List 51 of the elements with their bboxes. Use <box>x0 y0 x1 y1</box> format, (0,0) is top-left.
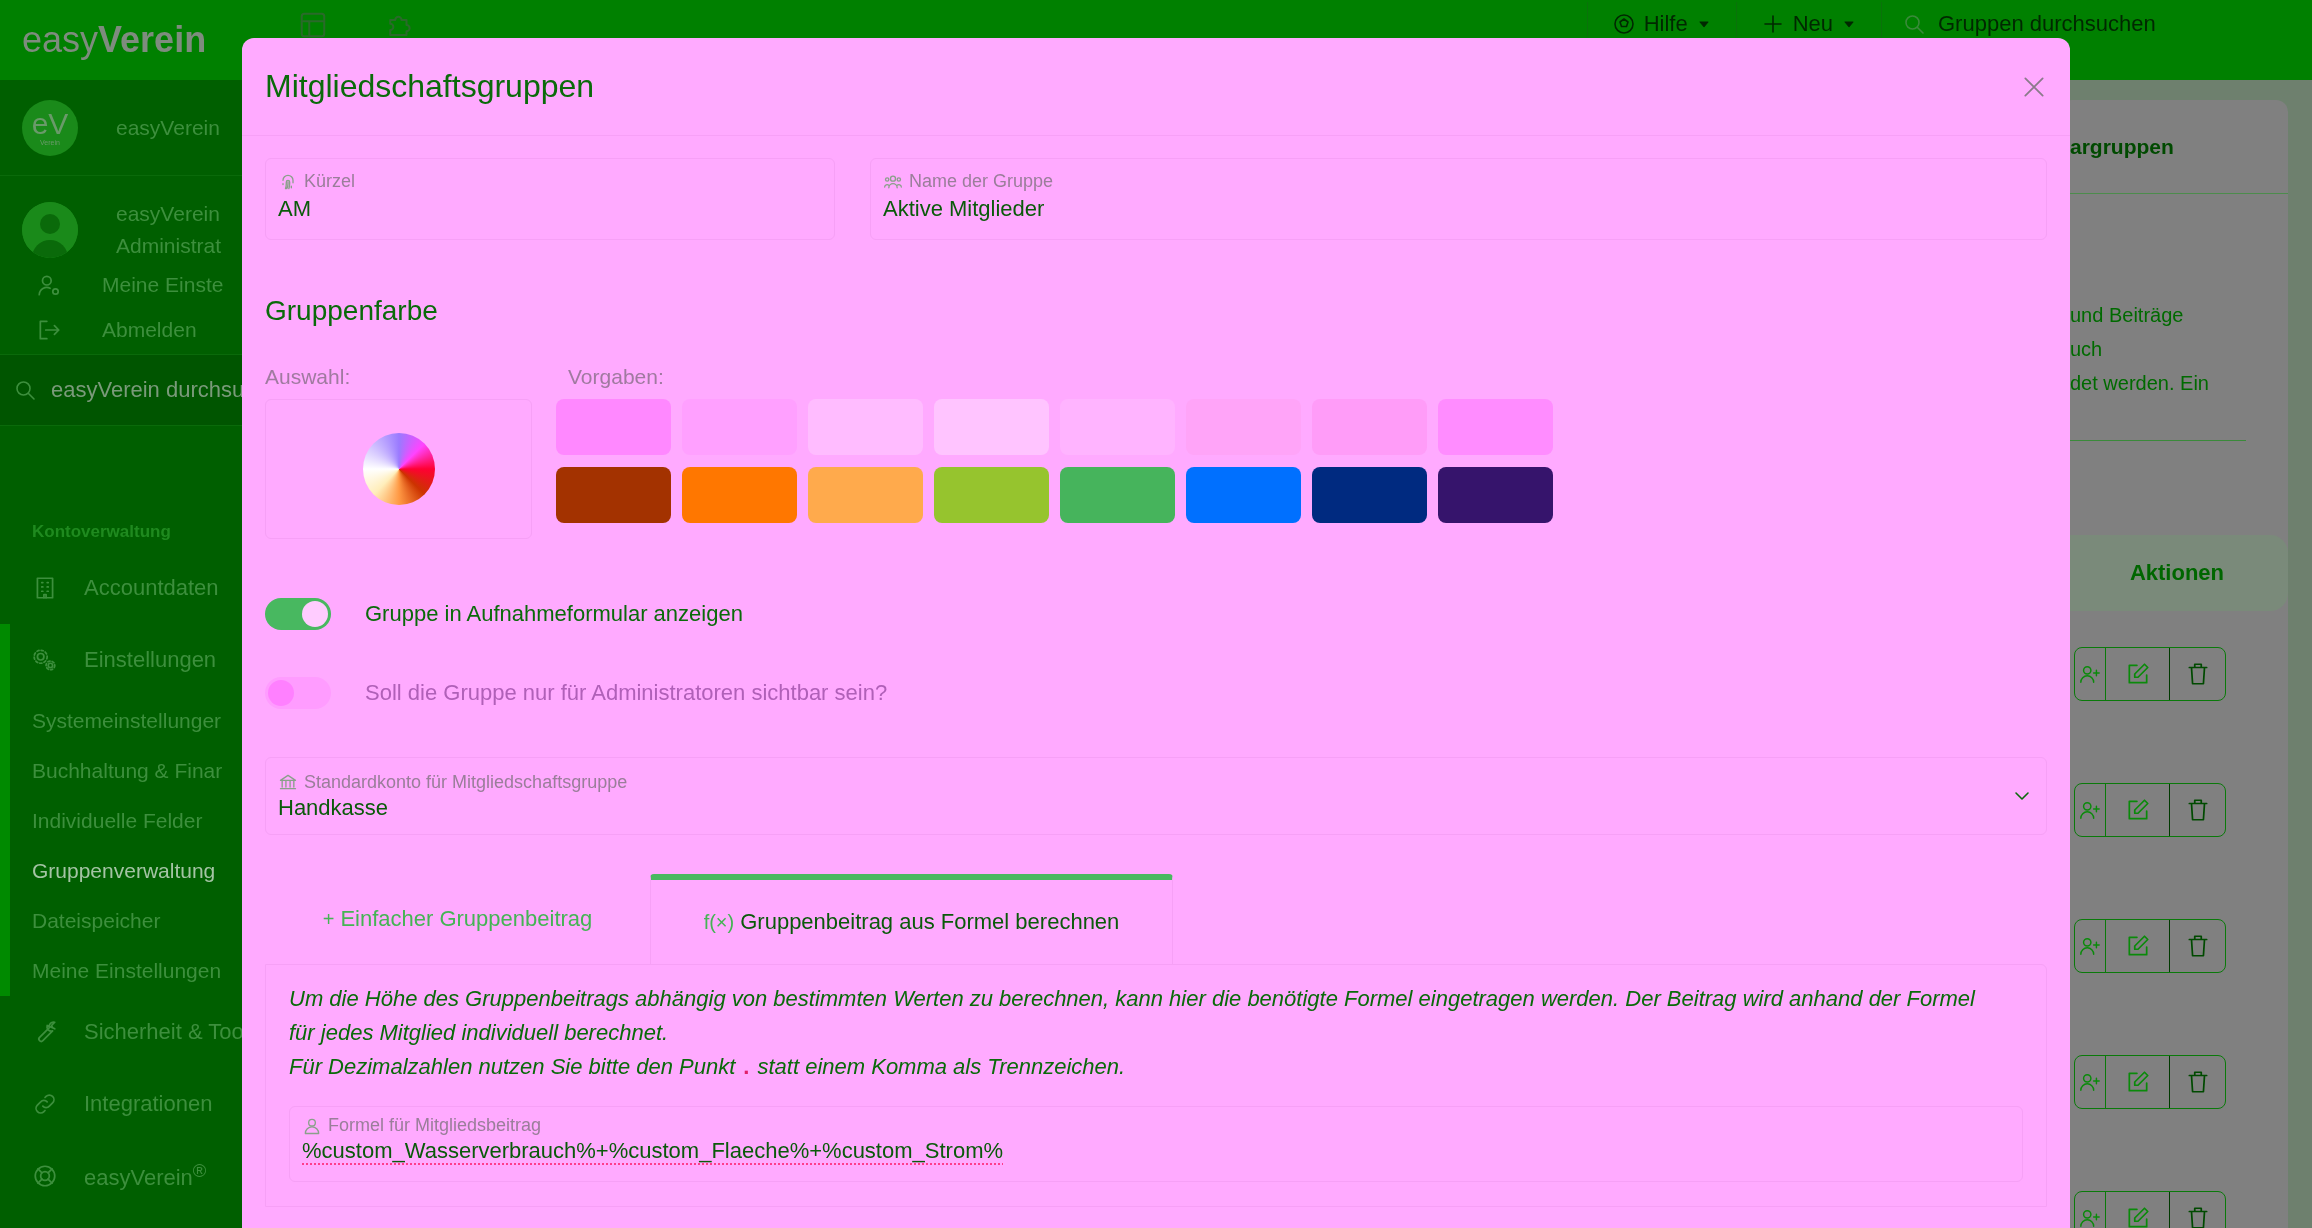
color-swatch[interactable] <box>1060 467 1175 523</box>
layout-icon <box>298 10 328 40</box>
search-icon <box>1902 12 1926 36</box>
color-swatch[interactable] <box>808 467 923 523</box>
color-swatch[interactable] <box>1438 467 1553 523</box>
user-name: easyVerein <box>116 201 221 227</box>
toggle-switch[interactable] <box>265 598 331 630</box>
color-swatch[interactable] <box>556 399 671 455</box>
color-swatch[interactable] <box>1438 399 1553 455</box>
dialog-title: Mitgliedschaftsgruppen <box>265 68 595 105</box>
user-role: Administrat <box>116 233 222 259</box>
color-picker[interactable] <box>265 399 532 539</box>
color-swatch[interactable] <box>682 467 797 523</box>
search-field[interactable]: Gruppen durchsuchen <box>1936 10 2280 38</box>
gears-icon <box>32 647 58 673</box>
tab[interactable]: f(×) Gruppenbeitrag aus Formel berechnen <box>650 874 1173 964</box>
user-plus-icon <box>2079 1071 2101 1093</box>
toggle-label: Gruppe in Aufnahmeformular anzeigen <box>365 601 743 627</box>
color-swatch[interactable] <box>1312 467 1427 523</box>
description-line: und Beiträge <box>2070 303 2185 328</box>
bank-icon <box>278 772 298 792</box>
user-plus-icon <box>2079 663 2101 685</box>
help-text: Um die Höhe des Gruppenbeitrags abhängig von bestimmten Werten zu berechnen, kann hier die benötigte Formel eingetragen werden. Der Beitrag wird anhand der Formel für jedes Mitglied individuell berechnet. <box>289 985 1977 1047</box>
description-line: det werden. Ein <box>2070 371 2210 396</box>
lifebuoy-icon <box>32 1163 58 1189</box>
color-swatch[interactable] <box>1186 467 1301 523</box>
user-plus-icon <box>2079 799 2101 821</box>
globe-icon <box>1611 12 1636 36</box>
account-name: easyVerein <box>116 115 220 140</box>
picker-label: Auswahl: <box>265 365 351 388</box>
help-text: Für Dezimalzahlen nutzen Sie bitte den Punkt . statt einem Komma als Trennzeichen. <box>289 1053 1127 1081</box>
user-plus-icon <box>2079 935 2101 957</box>
layout-button[interactable] <box>298 10 328 40</box>
toggle-label: Soll die Gruppe nur für Administratoren sichtbar sein? <box>365 680 888 706</box>
formula-field[interactable]: Formel für Mitgliedsbeitrag %custom_Wasserverbrauch%+%custom_Flaeche%+%custom_Strom% <box>289 1106 2023 1182</box>
app-logo[interactable]: easyVerein <box>0 19 242 61</box>
user-plus-icon <box>2079 1207 2101 1228</box>
avatar <box>22 202 78 258</box>
tab[interactable]: + Einfacher Gruppenbeitrag <box>265 874 650 964</box>
input-field[interactable]: Name der Gruppe Aktive Mitglieder <box>870 158 2047 240</box>
color-swatch[interactable] <box>934 399 1049 455</box>
account-select[interactable]: Standardkonto für Mitgliedschaftsgruppe Handkasse <box>265 757 2047 835</box>
color-swatch[interactable] <box>934 467 1049 523</box>
description-line: uch <box>2070 337 2104 362</box>
link-icon <box>32 1091 58 1117</box>
color-swatch[interactable] <box>556 467 671 523</box>
search-icon <box>13 378 37 402</box>
card-tab[interactable]: argruppen <box>2070 134 2174 159</box>
input-field[interactable]: Kürzel AM <box>265 158 835 240</box>
section-heading: Gruppenfarbe <box>265 295 439 327</box>
presets-label: Vorgaben: <box>568 365 664 388</box>
